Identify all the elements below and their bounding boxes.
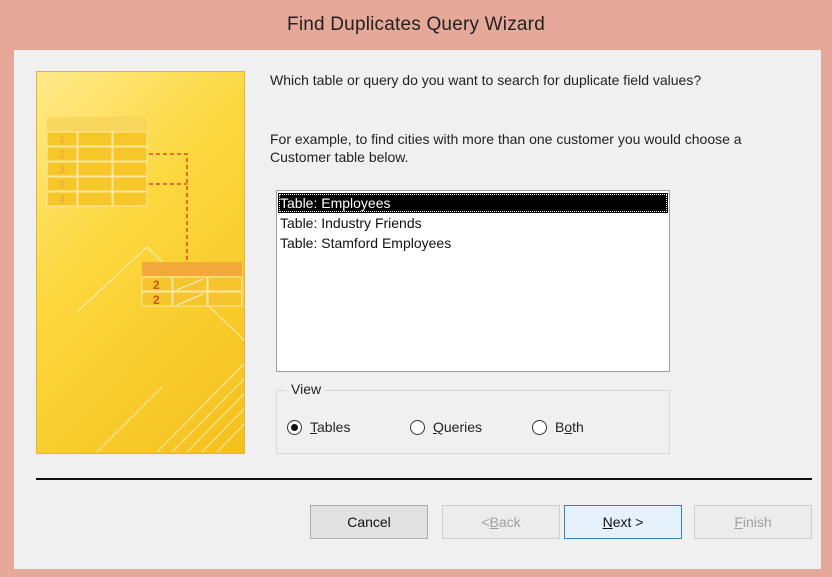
list-item[interactable]: Table: Employees <box>278 193 668 213</box>
wizard-illustration: 1 2 3 2 4 2 2 <box>36 71 245 454</box>
queries-radio-label: Queries <box>433 419 483 435</box>
radio-circle <box>410 419 425 435</box>
back-button[interactable]: < Back <box>442 505 560 539</box>
wizard-window: Find Duplicates Query Wizard 1 2 3 2 4 2… <box>0 0 832 577</box>
radio-circle <box>287 419 302 435</box>
wizard-body: 1 2 3 2 4 2 2 Which table or query do yo… <box>14 50 821 569</box>
tables-radio-label: Tables <box>310 419 351 435</box>
example-text: For example, to find cities with more th… <box>270 131 742 165</box>
radio-selected-dot <box>291 423 298 431</box>
table-listbox[interactable]: Table: Employees Table: Industry Friends… <box>276 190 670 372</box>
row-number: 3 <box>59 164 65 176</box>
view-group-label: View <box>287 381 326 397</box>
row-number: 2 <box>153 293 160 307</box>
cancel-button[interactable]: Cancel <box>310 505 428 539</box>
row-number: 1 <box>59 134 65 146</box>
row-number: 2 <box>153 278 160 292</box>
queries-radio[interactable]: Queries <box>410 419 482 435</box>
both-radio[interactable]: Both <box>532 419 584 435</box>
row-number: 4 <box>59 194 65 206</box>
row-number: 2 <box>59 179 65 191</box>
list-item[interactable]: Table: Industry Friends <box>278 213 668 233</box>
title-bar[interactable]: Find Duplicates Query Wizard <box>0 0 832 50</box>
divider <box>36 478 812 480</box>
table-graphic-icon: 1 2 3 2 4 2 2 <box>46 117 244 453</box>
view-group: View Tables Queries Both <box>276 381 670 454</box>
next-button[interactable]: Next > <box>564 505 682 539</box>
list-item[interactable]: Table: Stamford Employees <box>278 233 668 253</box>
both-radio-label: Both <box>555 419 584 435</box>
finish-button[interactable]: Finish <box>694 505 812 539</box>
tables-radio[interactable]: Tables <box>287 419 350 435</box>
window-title: Find Duplicates Query Wizard <box>287 14 545 35</box>
question-label: Which table or query do you want to sear… <box>270 72 702 88</box>
radio-circle <box>532 419 547 435</box>
row-number: 2 <box>59 149 65 161</box>
